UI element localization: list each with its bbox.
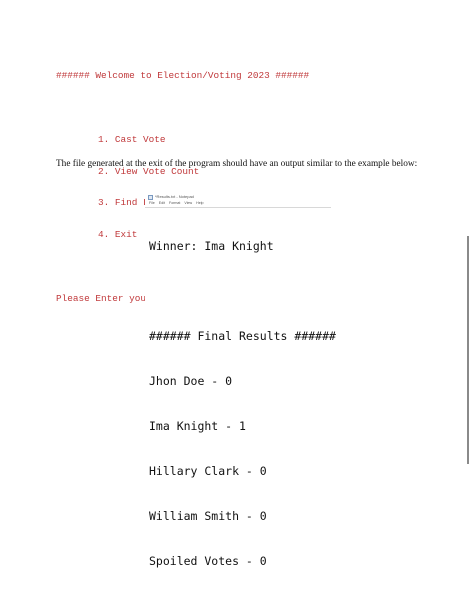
notepad-icon <box>148 195 153 200</box>
result-line: Spoiled Votes - 0 <box>149 554 267 568</box>
winner-line: Winner: Ima Knight <box>149 239 274 253</box>
notepad-titlebar: *Results.txt - Notepad <box>145 194 331 201</box>
notepad-menu-divider <box>145 207 331 208</box>
notepad-window-title: *Results.txt - Notepad <box>155 194 194 199</box>
page-scrollbar[interactable] <box>467 236 469 464</box>
results-header: ###### Final Results ###### <box>149 329 336 343</box>
result-line: Jhon Doe - 0 <box>149 374 233 388</box>
console-header: ###### Welcome to Election/Voting 2023 #… <box>56 70 310 82</box>
instruction-caption: The file generated at the exit of the pr… <box>56 159 418 169</box>
notepad-text-area[interactable]: Winner: Ima Knight ###### Final Results … <box>149 209 336 599</box>
result-line: Hillary Clark - 0 <box>149 464 267 478</box>
result-line: Ima Knight - 1 <box>149 419 246 433</box>
notepad-window: *Results.txt - Notepad File Edit Format … <box>145 194 336 568</box>
result-line: William Smith - 0 <box>149 509 267 523</box>
menu-option-cast-vote: 1. Cast Vote <box>98 133 166 145</box>
